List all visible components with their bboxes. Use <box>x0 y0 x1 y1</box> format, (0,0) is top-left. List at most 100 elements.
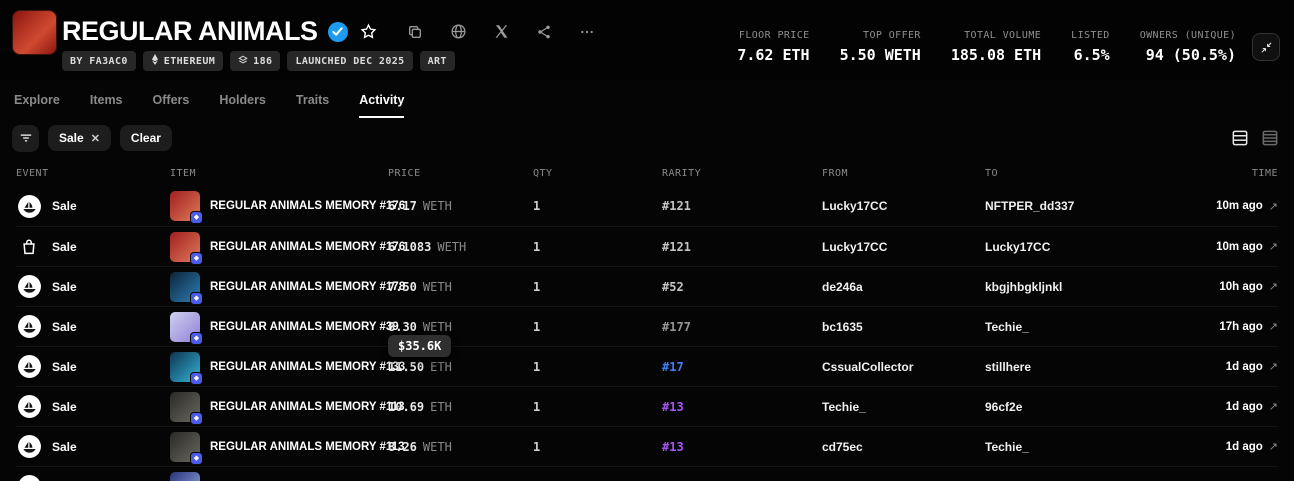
item-name[interactable]: REGULAR ANIMALS MEMORY #178 <box>210 281 405 293</box>
share-icon[interactable] <box>536 24 552 40</box>
rarity-rank[interactable]: #13 <box>662 400 684 414</box>
item-name[interactable]: REGULAR ANIMALS MEMORY #176 <box>210 200 405 212</box>
from-account[interactable]: Techie_ <box>822 400 985 414</box>
transaction-link[interactable]: 1d ago ↗ <box>1226 440 1278 453</box>
transaction-link[interactable]: 10m ago ↗ <box>1216 240 1278 253</box>
rarity-rank[interactable]: #13 <box>662 440 684 454</box>
table-row[interactable]: Sale ◆ REGULAR ANIMALS MEMORY #178 7.50 … <box>16 266 1278 306</box>
collapse-stats-button[interactable] <box>1252 33 1280 61</box>
transaction-link[interactable]: 17h ago ↗ <box>1219 320 1278 333</box>
item-cell[interactable]: ◆ REGULAR ANIMALS MEMORY #113 <box>170 392 388 422</box>
from-account[interactable]: Lucky17CC <box>822 199 985 213</box>
clear-filters-button[interactable]: Clear <box>120 125 172 151</box>
item-name[interactable]: REGULAR ANIMALS MEMORY #176 <box>210 241 405 253</box>
transaction-link[interactable]: 1d ago ↗ <box>1226 360 1278 373</box>
item-cell[interactable]: ◆ REGULAR ANIMALS MEMORY #39 <box>170 312 388 342</box>
tab-items[interactable]: Items <box>90 93 123 118</box>
to-account[interactable]: 96cf2e <box>985 400 1150 414</box>
event-type-label: Sale <box>52 240 77 254</box>
column-header-price: PRICE <box>388 168 533 179</box>
to-account[interactable]: stillhere <box>985 360 1150 374</box>
tab-activity[interactable]: Activity <box>359 93 404 118</box>
stat-owners: OWNERS (UNIQUE) 94 (50.5%) <box>1140 30 1236 64</box>
item-name[interactable]: REGULAR ANIMALS MEMORY #133 <box>210 361 405 373</box>
compact-view-icon[interactable] <box>1260 128 1280 148</box>
quantity: 1 <box>533 199 662 213</box>
x-twitter-icon[interactable] <box>494 24 509 39</box>
tab-offers[interactable]: Offers <box>153 93 190 118</box>
watchlist-star-icon[interactable] <box>360 23 377 40</box>
item-cell[interactable]: ◆ REGULAR ANIMALS MEMORY #176 <box>170 232 388 262</box>
table-row[interactable]: Sale ◆ REGULAR ANIMALS MEMORY #113 8.26 … <box>16 426 1278 466</box>
stat-value: 94 (50.5%) <box>1146 46 1236 64</box>
item-thumbnail[interactable]: ◆ <box>170 432 200 462</box>
quantity: 1 <box>533 360 662 374</box>
copy-address-icon[interactable] <box>407 24 423 40</box>
from-account[interactable]: cd75ec <box>822 440 985 454</box>
quantity: 1 <box>533 240 662 254</box>
table-row[interactable]: Sale ◆ REGULAR ANIMALS MEMORY #50 10.75 … <box>16 466 1278 481</box>
transaction-link[interactable]: 1d ago ↗ <box>1226 400 1278 413</box>
items-count-badge[interactable]: 186 <box>230 51 280 71</box>
filter-chip-sale[interactable]: Sale ✕ <box>48 125 111 151</box>
item-thumbnail[interactable]: ◆ <box>170 232 200 262</box>
collection-avatar[interactable] <box>12 10 57 55</box>
from-account[interactable]: de246a <box>822 280 985 294</box>
table-row[interactable]: Sale ◆ REGULAR ANIMALS MEMORY #176 6.108… <box>16 226 1278 266</box>
rarity-rank[interactable]: #121 <box>662 199 691 213</box>
stat-value: 5.50 WETH <box>840 46 921 64</box>
to-account[interactable]: Techie_ <box>985 320 1150 334</box>
item-thumbnail[interactable]: ◆ <box>170 312 200 342</box>
to-account[interactable]: Techie_ <box>985 440 1150 454</box>
transaction-link[interactable]: 10h ago ↗ <box>1219 280 1278 293</box>
item-cell[interactable]: ◆ REGULAR ANIMALS MEMORY #50 <box>170 472 388 481</box>
item-cell[interactable]: ◆ REGULAR ANIMALS MEMORY #178 <box>170 272 388 302</box>
event-type-label: Sale <box>52 199 77 213</box>
item-name[interactable]: REGULAR ANIMALS MEMORY #113 <box>210 401 404 413</box>
chain-badge[interactable]: ETHEREUM <box>143 51 223 71</box>
category-badge[interactable]: ART <box>420 51 455 71</box>
creator-badge[interactable]: BY FA3AC0 <box>62 51 136 71</box>
item-name[interactable]: REGULAR ANIMALS MEMORY #113 <box>210 441 404 453</box>
table-row[interactable]: Sale ◆ REGULAR ANIMALS MEMORY #113 10.69… <box>16 386 1278 426</box>
to-account[interactable]: Lucky17CC <box>985 240 1150 254</box>
rarity-rank[interactable]: #177 <box>662 320 691 334</box>
rarity-rank[interactable]: #52 <box>662 280 684 294</box>
item-name[interactable]: REGULAR ANIMALS MEMORY #39 <box>210 321 399 333</box>
tab-holders[interactable]: Holders <box>219 93 266 118</box>
more-options-icon[interactable] <box>579 24 595 40</box>
stat-label: TOTAL VOLUME <box>964 30 1041 41</box>
price-amount: 11.50 <box>388 360 424 374</box>
price-amount: 8.26 <box>388 440 417 454</box>
website-globe-icon[interactable] <box>450 23 467 40</box>
to-account[interactable]: NFTPER_dd337 <box>985 199 1150 213</box>
item-cell[interactable]: ◆ REGULAR ANIMALS MEMORY #176 <box>170 191 388 221</box>
item-thumbnail[interactable]: ◆ <box>170 392 200 422</box>
item-cell[interactable]: ◆ REGULAR ANIMALS MEMORY #113 <box>170 432 388 462</box>
item-thumbnail[interactable]: ◆ <box>170 191 200 221</box>
column-header-time: TIME <box>1252 168 1278 179</box>
from-account[interactable]: bc1635 <box>822 320 985 334</box>
table-row[interactable]: Sale ◆ REGULAR ANIMALS MEMORY #133 11.50… <box>16 346 1278 386</box>
rarity-rank[interactable]: #17 <box>662 360 684 374</box>
time-text: 10h ago <box>1219 281 1262 293</box>
rarity-rank[interactable]: #121 <box>662 240 691 254</box>
from-account[interactable]: CssualCollector <box>822 360 985 374</box>
list-view-icon[interactable] <box>1230 128 1250 148</box>
item-cell[interactable]: ◆ REGULAR ANIMALS MEMORY #133 <box>170 352 388 382</box>
item-thumbnail[interactable]: ◆ <box>170 272 200 302</box>
item-thumbnail[interactable]: ◆ <box>170 472 200 481</box>
from-account[interactable]: Lucky17CC <box>822 240 985 254</box>
transaction-link[interactable]: 10m ago ↗ <box>1216 200 1278 213</box>
item-thumbnail[interactable]: ◆ <box>170 352 200 382</box>
table-row[interactable]: Sale ◆ REGULAR ANIMALS MEMORY #176 6.17 … <box>16 186 1278 226</box>
tab-explore[interactable]: Explore <box>14 93 60 118</box>
remove-filter-icon[interactable]: ✕ <box>91 132 100 145</box>
table-row[interactable]: Sale ◆ REGULAR ANIMALS MEMORY #39 8.30 W… <box>16 306 1278 346</box>
tab-traits[interactable]: Traits <box>296 93 329 118</box>
filter-button[interactable] <box>12 125 39 152</box>
price-cell: 7.50 WETH <box>388 280 533 294</box>
collection-tabs: Explore Items Offers Holders Traits Acti… <box>0 86 1294 118</box>
to-account[interactable]: kbgjhbgkljnkl <box>985 280 1150 294</box>
activity-table: EVENT ITEM PRICE QTY RARITY FROM TO TIME… <box>0 160 1294 481</box>
